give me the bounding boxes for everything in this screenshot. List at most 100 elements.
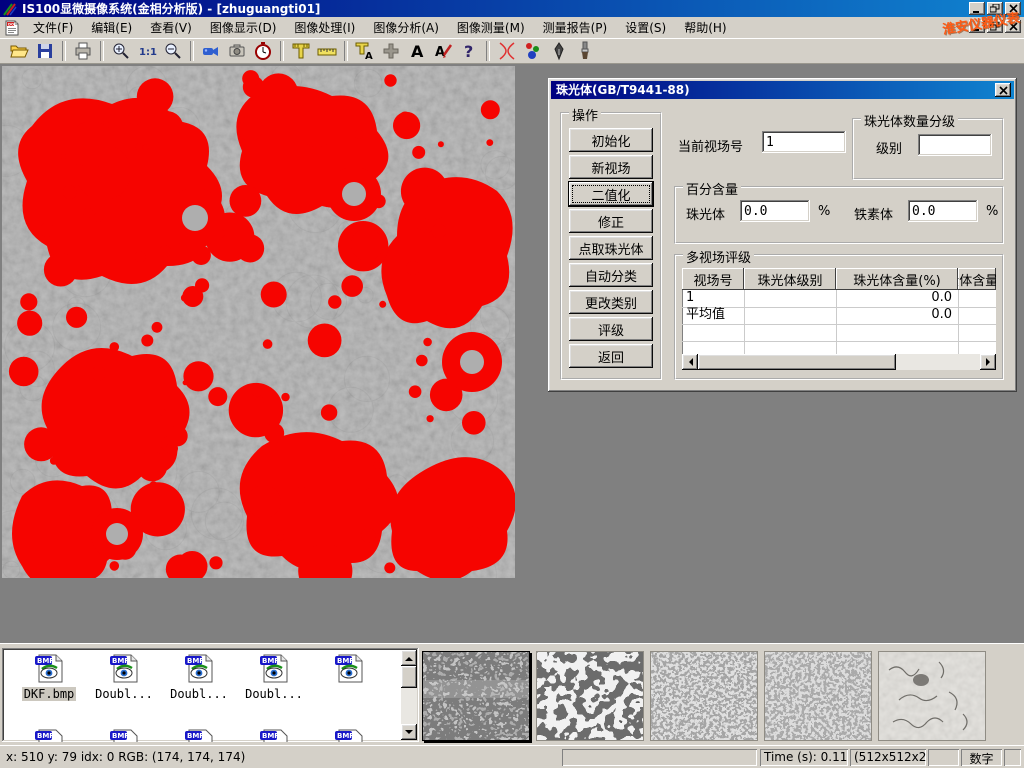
count-grading-group: 珠光体数量分级 级别 [852, 118, 1004, 180]
menu-item-settings[interactable]: 设置(S) [616, 16, 675, 39]
table-cell-pearlite[interactable]: 0.0 [838, 307, 952, 324]
measure-font-icon[interactable]: A [352, 40, 378, 62]
pearlite-percent-input[interactable] [740, 200, 810, 222]
minimize-icon[interactable] [969, 2, 985, 15]
col-field-number[interactable]: 视场号 [682, 268, 744, 290]
pick-pearlite-button[interactable]: 点取珠光体 [569, 236, 653, 260]
restore-icon[interactable] [987, 2, 1003, 15]
zoom-out-icon[interactable] [160, 40, 186, 62]
svg-text:BMP: BMP [337, 732, 354, 740]
caliper-icon[interactable] [288, 40, 314, 62]
table-row[interactable]: 1 [686, 290, 742, 307]
curve-tool-icon[interactable] [494, 40, 520, 62]
help-icon[interactable]: ? [456, 40, 482, 62]
thumbnail-2[interactable] [536, 651, 644, 741]
file-item[interactable]: BMP [313, 728, 385, 742]
menu-item-image-display[interactable]: 图像显示(D) [201, 16, 286, 39]
thumbnail-4[interactable] [764, 651, 872, 741]
file-item[interactable]: BMP [13, 728, 85, 742]
current-field-input[interactable] [762, 131, 846, 153]
grade-button[interactable]: 评级 [569, 317, 653, 341]
menu-item-help[interactable]: 帮助(H) [675, 16, 735, 39]
new-field-button[interactable]: 新视场 [569, 155, 653, 179]
scroll-down-icon[interactable] [401, 724, 417, 740]
thumbnail-1[interactable] [422, 651, 530, 741]
thumbnail-3[interactable] [650, 651, 758, 741]
pattern-grid-icon[interactable] [378, 40, 404, 62]
thumbnail-5[interactable] [878, 651, 986, 741]
ruler-icon[interactable] [314, 40, 340, 62]
scrollbar-thumb[interactable] [698, 354, 896, 370]
file-item[interactable]: BMP Doubl... [238, 653, 310, 701]
child-restore-icon[interactable] [987, 20, 1003, 33]
file-name[interactable]: Doubl... [168, 687, 230, 701]
file-list-scrollbar[interactable] [401, 650, 417, 740]
menu-item-measure-report[interactable]: 测量报告(P) [534, 16, 617, 39]
change-category-button[interactable]: 更改类别 [569, 290, 653, 314]
scrollbar-thumb[interactable] [401, 666, 417, 688]
svg-text:BMP: BMP [187, 657, 204, 665]
table-horizontal-scrollbar[interactable] [682, 354, 996, 370]
document-icon[interactable]: DOC [4, 20, 20, 36]
menu-item-edit[interactable]: 编辑(E) [82, 16, 141, 39]
file-name[interactable]: DKF.bmp [22, 687, 77, 701]
col-pearlite-grade[interactable]: 珠光体级别 [744, 268, 836, 290]
micrograph-image[interactable] [2, 66, 515, 578]
video-camera-icon[interactable] [198, 40, 224, 62]
table-row[interactable]: 平均值 [686, 307, 742, 324]
scroll-right-icon[interactable] [980, 354, 996, 370]
col-pearlite-content[interactable]: 珠光体含量(%) [836, 268, 958, 290]
file-item[interactable]: BMP Doubl... [88, 653, 160, 701]
file-item[interactable]: BMP Doubl... [163, 653, 235, 701]
menu-item-image-processing[interactable]: 图像处理(I) [285, 16, 364, 39]
svg-text:?: ? [464, 42, 473, 61]
file-name[interactable]: Doubl... [93, 687, 155, 701]
bmp-file-icon: BMP [107, 728, 141, 742]
dialog-title-bar[interactable]: 珠光体(GB/T9441-88) [551, 81, 1014, 99]
close-icon[interactable] [1005, 2, 1021, 15]
svg-text:BMP: BMP [112, 732, 129, 740]
level-input[interactable] [918, 134, 992, 156]
col-ferrite-content[interactable]: 铁素体含量(%) [958, 268, 996, 290]
menu-item-image-measure[interactable]: 图像测量(M) [448, 16, 534, 39]
bottom-panel: BMP DKF.bmp BMP Doubl... BMP Doubl... BM… [0, 643, 1024, 745]
return-button[interactable]: 返回 [569, 344, 653, 368]
print-icon[interactable] [70, 40, 96, 62]
menu-item-image-analysis[interactable]: 图像分析(A) [364, 16, 448, 39]
auto-classify-button[interactable]: 自动分类 [569, 263, 653, 287]
font-icon[interactable]: A [404, 40, 430, 62]
save-icon[interactable] [32, 40, 58, 62]
camera-icon[interactable] [224, 40, 250, 62]
child-minimize-icon[interactable] [969, 20, 985, 33]
open-icon[interactable] [6, 40, 32, 62]
binarize-button[interactable]: 二值化 [569, 182, 653, 206]
zoom-in-icon[interactable] [108, 40, 134, 62]
brush-icon[interactable] [572, 40, 598, 62]
svg-text:BMP: BMP [112, 657, 129, 665]
ferrite-percent-input[interactable] [908, 200, 978, 222]
initialize-button[interactable]: 初始化 [569, 128, 653, 152]
file-item[interactable]: BMP [238, 728, 310, 742]
picker-pen-icon[interactable] [546, 40, 572, 62]
classify-icon[interactable] [520, 40, 546, 62]
file-item[interactable]: BMP [313, 653, 385, 686]
table-cell-pearlite[interactable]: 0.0 [838, 290, 952, 307]
correct-button[interactable]: 修正 [569, 209, 653, 233]
file-item[interactable]: BMP DKF.bmp [13, 653, 85, 701]
svg-text:BMP: BMP [337, 657, 354, 665]
scroll-up-icon[interactable] [401, 650, 417, 666]
actual-size-icon[interactable]: 1:1 [134, 40, 160, 62]
dialog-close-icon[interactable] [995, 83, 1011, 97]
file-item[interactable]: BMP [88, 728, 160, 742]
scroll-left-icon[interactable] [682, 354, 698, 370]
file-item[interactable]: BMP [163, 728, 235, 742]
annotate-icon[interactable]: A [430, 40, 456, 62]
multi-field-label: 多视场评级 [683, 247, 754, 266]
menu-item-file[interactable]: 文件(F) [24, 16, 82, 39]
status-bar: x: 510 y: 79 idx: 0 RGB: (174, 174, 174)… [0, 745, 1024, 768]
file-name[interactable]: Doubl... [243, 687, 305, 701]
timer-icon[interactable] [250, 40, 276, 62]
child-close-icon[interactable] [1005, 20, 1021, 33]
menu-item-view[interactable]: 查看(V) [141, 16, 201, 39]
status-panel-empty [562, 749, 757, 766]
